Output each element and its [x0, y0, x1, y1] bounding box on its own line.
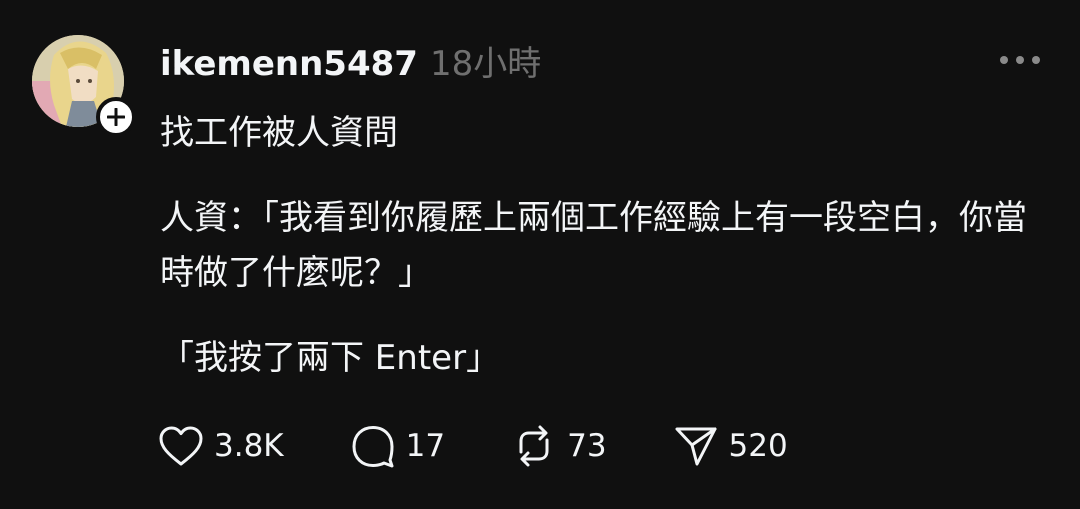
share-count: 520 [728, 428, 788, 464]
more-dot [1000, 56, 1008, 64]
repost-count: 73 [567, 428, 607, 464]
comment-icon [352, 426, 394, 468]
more-icon[interactable] [1000, 48, 1040, 72]
avatar-container [32, 35, 136, 137]
follow-button[interactable] [96, 97, 136, 137]
post-text-line: 「我按了兩下 Enter」 [160, 338, 501, 378]
comment-button[interactable]: 17 [350, 424, 445, 468]
post-header: ikemenn5487 18小時 [160, 36, 541, 85]
post-card: ikemenn5487 18小時 找工作被人資問 人資：「我看到你履歷上兩個工作… [0, 0, 1080, 509]
like-button[interactable]: 3.8K [158, 425, 284, 467]
comment-count: 17 [405, 428, 446, 464]
share-button[interactable]: 520 [673, 424, 788, 468]
more-dot [1032, 56, 1040, 64]
more-dot [1016, 56, 1024, 64]
plus-icon [107, 108, 125, 126]
post-text-line: 人資：「我看到你履歷上兩個工作經驗上有一段空白，你當時做了什麼呢？」 [160, 198, 1027, 293]
heart-icon [159, 426, 203, 466]
username[interactable]: ikemenn5487 [160, 44, 418, 84]
post-body: 找工作被人資問 人資：「我看到你履歷上兩個工作經驗上有一段空白，你當時做了什麼呢… [160, 106, 1040, 386]
action-bar: 3.8K 17 73 520 [158, 420, 854, 472]
repost-icon [519, 425, 549, 467]
timestamp: 18小時 [429, 44, 542, 84]
post-text-line: 找工作被人資問 [160, 113, 398, 153]
send-icon [675, 427, 717, 466]
repost-button[interactable]: 73 [511, 424, 607, 468]
like-count: 3.8K [214, 428, 284, 464]
